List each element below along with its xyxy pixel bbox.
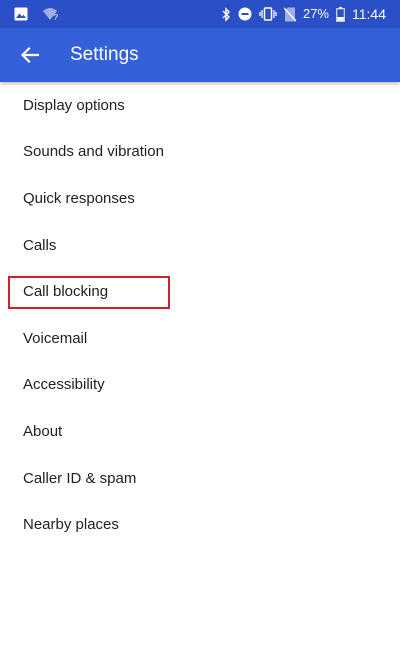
page-title: Settings bbox=[70, 44, 139, 65]
status-right-icons: 27% 11:44 bbox=[221, 4, 386, 24]
settings-item-about[interactable]: About bbox=[0, 408, 400, 455]
image-icon bbox=[14, 7, 28, 21]
battery-icon bbox=[336, 6, 345, 22]
vibrate-icon bbox=[259, 7, 277, 21]
do-not-disturb-icon bbox=[238, 7, 252, 21]
settings-item-call-blocking[interactable]: Call blocking bbox=[0, 268, 400, 315]
settings-item-voicemail[interactable]: Voicemail bbox=[0, 315, 400, 362]
settings-item-calls[interactable]: Calls bbox=[0, 222, 400, 269]
settings-item-nearby-places[interactable]: Nearby places bbox=[0, 501, 400, 548]
settings-list: Display options Sounds and vibration Qui… bbox=[0, 82, 400, 548]
arrow-back-icon bbox=[21, 46, 39, 64]
settings-item-display-options[interactable]: Display options bbox=[0, 82, 400, 129]
battery-percent: 27% bbox=[302, 6, 329, 21]
svg-text:?: ? bbox=[54, 13, 59, 21]
settings-item-quick-responses[interactable]: Quick responses bbox=[0, 175, 400, 222]
settings-item-caller-id-spam[interactable]: Caller ID & spam bbox=[0, 455, 400, 502]
status-bar: ? 27% 11:44 bbox=[0, 0, 400, 28]
settings-screen: ? 27% 11:44 Settings Display options Sou… bbox=[0, 0, 400, 646]
status-left-icons: ? bbox=[14, 5, 60, 23]
back-button[interactable] bbox=[10, 35, 50, 75]
app-bar: Settings bbox=[0, 28, 400, 82]
settings-item-accessibility[interactable]: Accessibility bbox=[0, 362, 400, 409]
clock: 11:44 bbox=[352, 6, 386, 22]
no-sim-icon bbox=[283, 7, 296, 22]
settings-item-sounds-and-vibration[interactable]: Sounds and vibration bbox=[0, 129, 400, 176]
wifi-question-icon: ? bbox=[42, 7, 60, 21]
bluetooth-icon bbox=[221, 6, 231, 22]
